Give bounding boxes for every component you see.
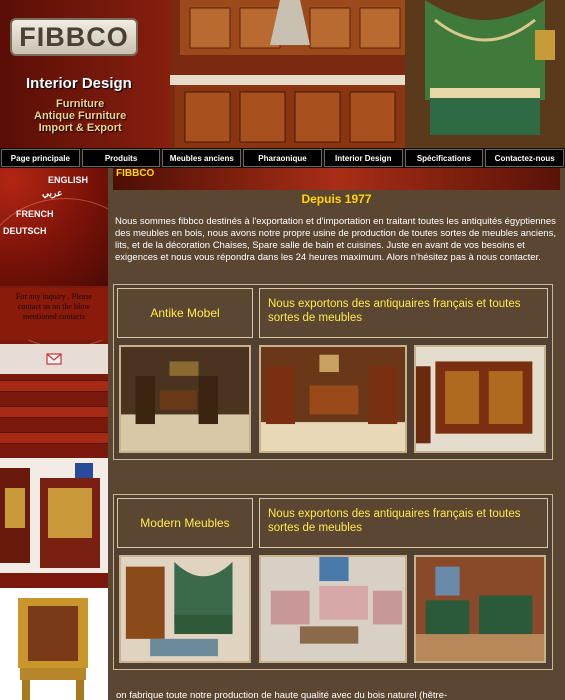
email-icon[interactable] xyxy=(46,352,62,366)
sidebar-stripe xyxy=(0,432,108,444)
language-panel: ENGLISH عربي FRENCH DEUTSCH xyxy=(0,168,108,348)
section-title[interactable]: Modern Meubles xyxy=(117,498,253,548)
site-tagline: Interior Design xyxy=(26,75,132,92)
section-modern: Modern Meubles Nous exportons des antiqu… xyxy=(113,494,553,670)
product-photo[interactable] xyxy=(414,345,546,453)
bedroom-banner-image xyxy=(405,0,565,148)
kitchen-banner-image xyxy=(170,0,420,148)
footer-text: on fabrique toute notre production de ha… xyxy=(116,690,448,700)
brand-label: FIBBCO xyxy=(116,168,155,179)
nav-specifications[interactable]: Spécifications xyxy=(404,149,484,167)
site-logo[interactable]: FIBBCO xyxy=(10,18,138,56)
nav-antique-furniture[interactable]: Meubles anciens xyxy=(162,149,242,167)
section-description: Nous exportons des antiquaires français … xyxy=(259,288,548,338)
service-antique-furniture: Antique Furniture xyxy=(34,110,127,122)
main-navigation: Page principale Produits Meubles anciens… xyxy=(0,148,565,168)
lang-deutsch[interactable]: DEUTSCH xyxy=(3,226,47,236)
since-heading: Depuis 1977 xyxy=(301,192,372,206)
lang-arabic[interactable]: عربي xyxy=(42,188,62,199)
email-contact[interactable] xyxy=(0,344,108,374)
service-import-export: Import & Export xyxy=(38,122,122,134)
sidebar-stripe xyxy=(0,380,108,392)
site-header: FIBBCO Interior Design Furniture Antique… xyxy=(0,0,565,148)
nav-products[interactable]: Produits xyxy=(81,149,161,167)
section-description: Nous exportons des antiquaires français … xyxy=(259,498,548,548)
sidebar-pharaonic-chair-photo[interactable] xyxy=(0,588,108,700)
sidebar-cabinet-photo[interactable] xyxy=(0,458,108,573)
section-antique: Antike Mobel Nous exportons des antiquai… xyxy=(113,284,553,460)
main-content: FIBBCO Depuis 1977 Nous sommes fibbco de… xyxy=(113,168,565,700)
product-photo[interactable] xyxy=(259,555,407,663)
services-list: Furniture Antique Furniture Import & Exp… xyxy=(34,98,126,134)
sidebar: ENGLISH عربي FRENCH DEUTSCH For any inqu… xyxy=(0,168,108,700)
intro-text: Nous sommes fibbco destinés à l'exportat… xyxy=(115,216,556,263)
nav-home[interactable]: Page principale xyxy=(1,149,80,167)
intro-wrapper: Nous sommes fibbco destinés à l'exportat… xyxy=(115,216,560,264)
sidebar-stripe xyxy=(0,406,108,418)
product-photo[interactable] xyxy=(414,555,546,663)
nav-interior-design[interactable]: Interior Design xyxy=(323,149,403,167)
inquiry-note: For any inquiry , Please contact us on t… xyxy=(0,288,108,340)
nav-contact[interactable]: Contactez-nous xyxy=(485,149,565,167)
section-title[interactable]: Antike Mobel xyxy=(117,288,253,338)
brand-bar: FIBBCO xyxy=(113,168,560,190)
nav-pharaonic[interactable]: Pharaonique xyxy=(243,149,322,167)
product-photo[interactable] xyxy=(259,345,407,453)
service-furniture: Furniture xyxy=(56,98,105,110)
product-photo[interactable] xyxy=(119,555,251,663)
lang-french[interactable]: FRENCH xyxy=(16,209,54,219)
product-photo[interactable] xyxy=(119,345,251,453)
lang-english[interactable]: ENGLISH xyxy=(48,175,88,185)
